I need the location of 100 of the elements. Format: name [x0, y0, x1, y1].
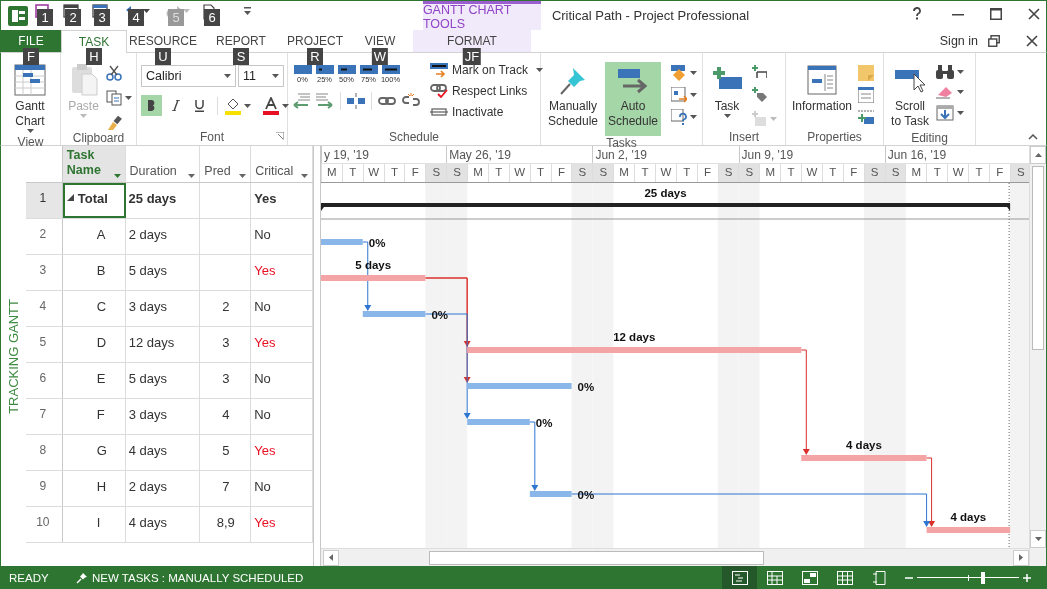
scrollbar-thumb[interactable] — [1032, 166, 1044, 350]
binoculars-icon[interactable] — [936, 65, 954, 79]
row-number[interactable]: 5 — [25, 327, 63, 362]
up-arrow-icon — [1034, 153, 1042, 157]
row-number[interactable]: 8 — [25, 435, 63, 470]
row-number[interactable]: 1 — [25, 183, 63, 218]
caret-icon[interactable] — [239, 174, 247, 178]
row-number[interactable]: 10 — [25, 507, 63, 542]
caret-icon[interactable] — [143, 9, 150, 13]
font-color-icon[interactable] — [263, 96, 279, 115]
format-painter-icon[interactable] — [106, 115, 122, 131]
app-logo-icon[interactable] — [8, 5, 28, 26]
sheet-view-icon[interactable] — [836, 570, 853, 585]
scroll-right-button[interactable] — [1013, 549, 1030, 566]
caret-icon[interactable] — [125, 96, 132, 100]
add-milestone-icon[interactable] — [751, 65, 767, 79]
font-name-field[interactable]: Calibri — [141, 65, 236, 87]
respect-links-icon[interactable] — [430, 83, 448, 99]
caret-icon[interactable] — [957, 111, 964, 115]
information-button[interactable]: Information — [790, 62, 854, 128]
caret-icon[interactable] — [113, 174, 121, 178]
caret-icon[interactable] — [188, 174, 196, 178]
details-icon[interactable] — [858, 87, 874, 103]
task-name: A — [96, 227, 106, 242]
new-tasks-status[interactable]: NEW TASKS : MANUALLY SCHEDULED — [88, 571, 304, 584]
unlink-icon[interactable] — [402, 93, 420, 109]
team-planner-icon[interactable] — [801, 570, 818, 585]
maximize-icon[interactable] — [990, 7, 1002, 20]
font-size-field[interactable]: 11 — [238, 65, 284, 87]
insert-task-button[interactable]: Task — [707, 62, 747, 128]
caret-icon[interactable] — [282, 103, 289, 108]
caret-icon[interactable] — [26, 129, 34, 133]
add-tag-icon[interactable] — [751, 87, 767, 103]
fill-color-icon[interactable] — [225, 96, 241, 115]
mark-on-track-icon[interactable] — [430, 62, 448, 78]
column-header[interactable]: Pred — [200, 146, 252, 182]
ribbon-button[interactable]: Inactivate — [430, 104, 544, 120]
row-number[interactable]: 2 — [25, 219, 63, 254]
column-header[interactable]: Task Name — [62, 146, 126, 182]
outdent-icon[interactable] — [292, 93, 310, 109]
duration-value: 3 days — [128, 299, 167, 314]
column-header[interactable]: Critical — [251, 146, 313, 182]
ribbon-button[interactable]: Mark on Track — [430, 62, 544, 78]
ribbon-button[interactable]: Respect Links — [430, 83, 544, 99]
caret-icon[interactable] — [536, 68, 544, 72]
row-number[interactable]: 4 — [25, 291, 63, 326]
row-number[interactable]: 3 — [25, 255, 63, 290]
ribbon-tab[interactable]: FORMAT — [413, 30, 531, 52]
scroll-up-button[interactable] — [1030, 146, 1046, 164]
report-view-icon[interactable] — [871, 570, 888, 585]
restore-icon[interactable] — [988, 35, 1000, 47]
row-number[interactable]: 9 — [25, 471, 63, 506]
caret-icon[interactable] — [300, 174, 308, 178]
scrollbar-thumb[interactable] — [428, 550, 764, 565]
caret-icon[interactable] — [244, 103, 251, 108]
task-usage-icon[interactable] — [766, 570, 783, 585]
caret-icon[interactable] — [272, 74, 279, 78]
zoom-slider[interactable] — [917, 571, 1019, 584]
ribbon-tab[interactable]: TASK — [61, 30, 127, 53]
schedule-mode-button[interactable]: Manually Schedule — [545, 62, 601, 136]
collapse-ribbon-icon[interactable] — [1028, 134, 1038, 140]
caret-icon[interactable] — [690, 71, 697, 75]
scroll-left-button[interactable] — [322, 549, 339, 566]
scroll-down-button[interactable] — [1030, 530, 1046, 548]
caret-icon[interactable] — [690, 115, 697, 119]
zoom-thumb[interactable] — [980, 571, 985, 584]
indent-icon[interactable] — [316, 93, 334, 109]
gantt-view-icon[interactable] — [731, 570, 748, 585]
collapse-triangle-icon[interactable] — [66, 194, 74, 201]
dialog-launcher-icon[interactable] — [276, 132, 284, 140]
row-number[interactable]: 7 — [25, 399, 63, 434]
column-header[interactable]: Duration — [125, 146, 201, 182]
gantt-chart-button[interactable]: Gantt Chart — [5, 62, 55, 135]
caret-icon[interactable] — [723, 114, 731, 118]
caret-icon[interactable] — [224, 74, 231, 78]
task-help-icon[interactable] — [671, 109, 687, 125]
caret-icon[interactable] — [957, 90, 964, 94]
caret-icon[interactable] — [690, 93, 697, 97]
schedule-mode-button[interactable]: Auto Schedule — [605, 62, 661, 136]
sign-in-link[interactable]: Sign in — [939, 34, 978, 48]
copy-icon[interactable] — [106, 90, 122, 106]
fill-down-icon[interactable] — [936, 105, 954, 121]
information-icon[interactable] — [806, 64, 838, 96]
zoom-in-icon[interactable] — [1023, 573, 1031, 582]
move-calendar-icon[interactable] — [671, 87, 687, 103]
gantt-chart-icon[interactable] — [14, 64, 46, 96]
view-shortcut[interactable] — [722, 566, 757, 589]
add-to-timeline-icon[interactable] — [858, 109, 874, 125]
row-number[interactable]: 6 — [25, 363, 63, 398]
split-task-icon[interactable] — [347, 93, 365, 109]
customize-icon[interactable] — [243, 7, 251, 15]
bold-button[interactable] — [141, 95, 162, 116]
inspect-icon[interactable] — [671, 65, 687, 81]
close-icon[interactable] — [1028, 7, 1040, 20]
close-icon[interactable] — [1026, 35, 1038, 47]
caret-icon[interactable] — [957, 70, 964, 74]
ribbon-tab[interactable]: FILE — [1, 30, 61, 52]
cut-icon[interactable] — [106, 65, 122, 81]
help-icon[interactable] — [912, 7, 922, 20]
scroll-to-task-button[interactable]: Scroll to Task — [888, 62, 932, 131]
